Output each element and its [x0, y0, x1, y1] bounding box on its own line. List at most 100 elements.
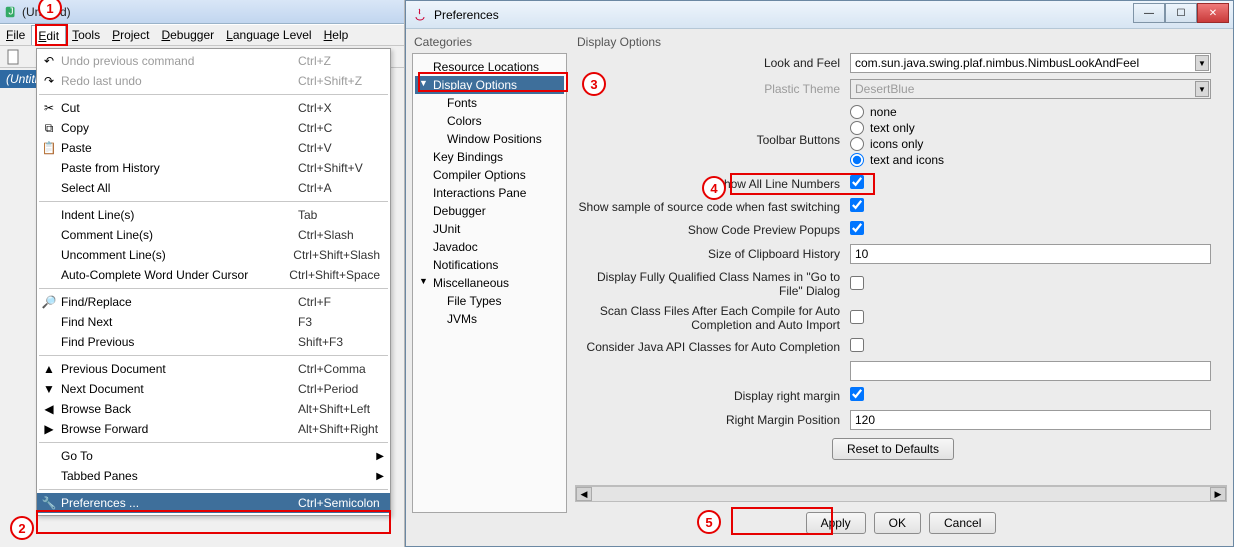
fqcn-checkbox[interactable] [850, 276, 864, 290]
tree-javadoc[interactable]: Javadoc [415, 238, 564, 256]
separator [39, 489, 388, 490]
preferences-title: Preferences [434, 8, 499, 22]
combo-caret-icon[interactable]: ▼ [1195, 55, 1209, 71]
copy-icon: ⧉ [41, 120, 57, 136]
apply-button[interactable]: Apply [806, 512, 866, 534]
tree-miscellaneous[interactable]: Miscellaneous [415, 274, 564, 292]
menu-project[interactable]: Project [106, 25, 155, 45]
menu-find[interactable]: 🔎Find/ReplaceCtrl+F [37, 292, 390, 312]
radio-icons-only[interactable]: icons only [850, 137, 1211, 151]
menu-tools[interactable]: Tools [66, 25, 106, 45]
maximize-button[interactable]: ☐ [1165, 3, 1197, 23]
wrench-icon: 🔧 [41, 495, 57, 511]
chevron-up-icon: ▲ [41, 361, 57, 377]
menu-cut[interactable]: ✂CutCtrl+X [37, 98, 390, 118]
menu-debugger[interactable]: Debugger [155, 25, 220, 45]
callout-2: 2 [10, 516, 34, 540]
callout-3: 3 [582, 72, 606, 96]
tree-colors[interactable]: Colors [415, 112, 564, 130]
show-popups-checkbox[interactable] [850, 221, 864, 235]
reset-to-defaults-button[interactable]: Reset to Defaults [832, 438, 954, 460]
menu-help[interactable]: Help [318, 25, 355, 45]
label-fqcn: Display Fully Qualified Class Names in "… [575, 270, 850, 298]
tree-junit[interactable]: JUnit [415, 220, 564, 238]
horizontal-scrollbar[interactable]: ◀ ▶ [575, 486, 1227, 502]
svg-text:J: J [8, 5, 13, 17]
combo-caret-icon: ▼ [1195, 81, 1209, 97]
menu-comment[interactable]: Comment Line(s)Ctrl+Slash [37, 225, 390, 245]
minimize-button[interactable]: — [1133, 3, 1165, 23]
menu-redo[interactable]: ↷Redo last undoCtrl+Shift+Z [37, 71, 390, 91]
scan-checkbox[interactable] [850, 310, 864, 324]
close-button[interactable]: ✕ [1197, 3, 1229, 23]
cancel-button[interactable]: Cancel [929, 512, 996, 534]
tree-compiler-options[interactable]: Compiler Options [415, 166, 564, 184]
tree-notifications[interactable]: Notifications [415, 256, 564, 274]
separator [39, 442, 388, 443]
menu-select-all[interactable]: Select AllCtrl+A [37, 178, 390, 198]
label-right-margin-pos: Right Margin Position [575, 413, 850, 427]
label-consider: Consider Java API Classes for Auto Compl… [575, 340, 850, 354]
submenu-arrow-icon: ▶ [376, 451, 384, 462]
menu-edit[interactable]: Edit [31, 25, 66, 45]
radio-text-and-icons[interactable]: text and icons [850, 153, 1211, 167]
tree-debugger[interactable]: Debugger [415, 202, 564, 220]
label-clipboard-size: Size of Clipboard History [575, 247, 850, 261]
menu-indent[interactable]: Indent Line(s)Tab [37, 205, 390, 225]
menu-uncomment[interactable]: Uncomment Line(s)Ctrl+Shift+Slash [37, 245, 390, 265]
menu-preferences[interactable]: 🔧Preferences ...Ctrl+Semicolon [37, 493, 390, 513]
chevron-left-icon: ◀ [41, 401, 57, 417]
options-header: Display Options [575, 35, 1227, 49]
menu-next-doc[interactable]: ▼Next DocumentCtrl+Period [37, 379, 390, 399]
scroll-left-icon[interactable]: ◀ [576, 487, 592, 501]
menu-find-next[interactable]: Find NextF3 [37, 312, 390, 332]
categories-panel: Categories Resource Locations Display Op… [412, 35, 567, 540]
tree-interactions-pane[interactable]: Interactions Pane [415, 184, 564, 202]
menu-browse-forward[interactable]: ▶Browse ForwardAlt+Shift+Right [37, 419, 390, 439]
right-margin-checkbox[interactable] [850, 387, 864, 401]
show-line-numbers-checkbox[interactable] [850, 175, 864, 189]
submenu-arrow-icon: ▶ [376, 471, 384, 482]
undo-icon: ↶ [41, 53, 57, 69]
ok-button[interactable]: OK [874, 512, 921, 534]
tree-fonts[interactable]: Fonts [415, 94, 564, 112]
tree-key-bindings[interactable]: Key Bindings [415, 148, 564, 166]
radio-none[interactable]: none [850, 105, 1211, 119]
radio-text-only[interactable]: text only [850, 121, 1211, 135]
menu-language-level[interactable]: Language Level [220, 25, 317, 45]
label-toolbar-buttons: Toolbar Buttons [575, 105, 850, 147]
label-show-popups: Show Code Preview Popups [575, 223, 850, 237]
menu-paste[interactable]: 📋PasteCtrl+V [37, 138, 390, 158]
window-controls: — ☐ ✕ [1133, 3, 1229, 23]
menu-autocomplete[interactable]: Auto-Complete Word Under CursorCtrl+Shif… [37, 265, 390, 285]
right-margin-pos-input[interactable] [850, 410, 1211, 430]
menu-paste-history[interactable]: Paste from HistoryCtrl+Shift+V [37, 158, 390, 178]
menu-prev-doc[interactable]: ▲Previous DocumentCtrl+Comma [37, 359, 390, 379]
menu-tabbed-panes[interactable]: Tabbed Panes▶ [37, 466, 390, 486]
consider-text-input[interactable] [850, 361, 1211, 381]
scroll-right-icon[interactable]: ▶ [1210, 487, 1226, 501]
menu-find-previous[interactable]: Find PreviousShift+F3 [37, 332, 390, 352]
tree-file-types[interactable]: File Types [415, 292, 564, 310]
callout-4: 4 [702, 176, 726, 200]
menu-goto[interactable]: Go To▶ [37, 446, 390, 466]
new-file-icon[interactable] [6, 49, 22, 65]
menu-browse-back[interactable]: ◀Browse BackAlt+Shift+Left [37, 399, 390, 419]
menu-copy[interactable]: ⧉CopyCtrl+C [37, 118, 390, 138]
menu-file[interactable]: File [0, 25, 31, 45]
redo-icon: ↷ [41, 73, 57, 89]
options-panel: Display Options Look and Feel ▼ Plastic … [575, 35, 1227, 540]
dialog-button-bar: Apply OK Cancel [575, 502, 1227, 540]
label-scan: Scan Class Files After Each Compile for … [575, 304, 850, 332]
menu-undo[interactable]: ↶Undo previous commandCtrl+Z [37, 51, 390, 71]
tree-display-options[interactable]: Display Options [415, 76, 564, 94]
consider-checkbox[interactable] [850, 338, 864, 352]
clipboard-size-input[interactable] [850, 244, 1211, 264]
label-plastic-theme: Plastic Theme [575, 82, 850, 96]
tree-resource-locations[interactable]: Resource Locations [415, 58, 564, 76]
preferences-dialog: Preferences — ☐ ✕ Categories Resource Lo… [405, 0, 1234, 547]
look-and-feel-combo[interactable] [850, 53, 1211, 73]
show-sample-checkbox[interactable] [850, 198, 864, 212]
tree-window-positions[interactable]: Window Positions [415, 130, 564, 148]
tree-jvms[interactable]: JVMs [415, 310, 564, 328]
